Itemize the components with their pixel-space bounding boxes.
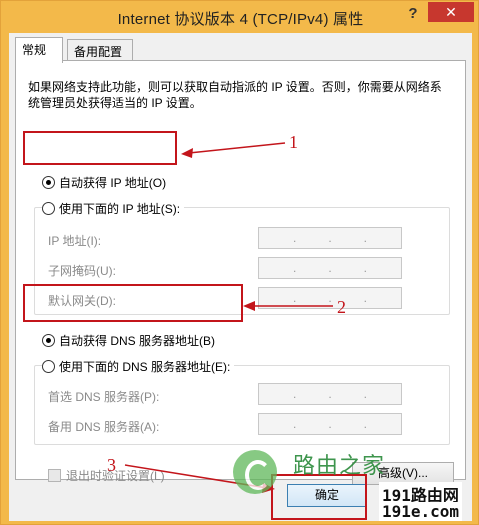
radio-auto-dns-label: 自动获得 DNS 服务器地址(B) [59, 334, 216, 348]
radio-auto-dns-indicator[interactable] [42, 334, 55, 347]
alternate-dns-input[interactable]: ... [258, 413, 402, 435]
watermark-line2: 191e.com [379, 502, 463, 521]
ip-address-label: IP 地址(I): [48, 234, 102, 248]
validate-checkbox[interactable] [48, 469, 61, 482]
help-button[interactable]: ? [405, 5, 421, 25]
dialog-window: Internet 协议版本 4 (TCP/IPv4) 属性 ? ✕ 常规 备用配… [0, 0, 479, 525]
preferred-dns-input[interactable]: ... [258, 383, 402, 405]
radio-manual-dns[interactable]: 使用下面的 DNS 服务器地址(E): [42, 358, 235, 375]
radio-auto-ip-label: 自动获得 IP 地址(O) [59, 176, 167, 190]
ip-address-input[interactable]: ... [258, 227, 402, 249]
annotation-box-1 [23, 131, 177, 165]
radio-auto-ip[interactable]: 自动获得 IP 地址(O) [42, 174, 166, 191]
watermark-logo-icon [233, 450, 277, 494]
radio-manual-ip-label: 使用下面的 IP 地址(S): [59, 202, 181, 216]
radio-manual-dns-indicator[interactable] [42, 360, 55, 373]
annotation-number-3: 3 [107, 455, 116, 475]
radio-manual-ip[interactable]: 使用下面的 IP 地址(S): [42, 200, 185, 217]
annotation-box-2 [23, 284, 243, 322]
description-text: 如果网络支持此功能，则可以获取自动指派的 IP 设置。否则，你需要从网络系统管理… [28, 80, 442, 110]
tab-alternate-config[interactable]: 备用配置 [67, 39, 133, 61]
tab-general[interactable]: 常规 [15, 37, 63, 63]
radio-auto-ip-indicator[interactable] [42, 176, 55, 189]
default-gateway-input[interactable]: ... [258, 287, 402, 309]
radio-manual-ip-indicator[interactable] [42, 202, 55, 215]
annotation-number-2: 2 [337, 297, 346, 317]
subnet-mask-label: 子网掩码(U): [48, 264, 116, 278]
subnet-mask-input[interactable]: ... [258, 257, 402, 279]
alternate-dns-label: 备用 DNS 服务器(A): [48, 420, 160, 434]
watermark: 路由之家 191路由网 191e.com [233, 442, 473, 525]
annotation-number-1: 1 [289, 132, 298, 152]
title-bar: Internet 协议版本 4 (TCP/IPv4) 属性 ? ✕ [1, 1, 479, 33]
tab-strip: 常规 备用配置 [9, 37, 472, 63]
watermark-text: 路由之家 [293, 453, 386, 478]
radio-auto-dns[interactable]: 自动获得 DNS 服务器地址(B) [42, 332, 215, 349]
general-panel: 如果网络支持此功能，则可以获取自动指派的 IP 设置。否则，你需要从网络系统管理… [15, 60, 466, 485]
radio-manual-dns-label: 使用下面的 DNS 服务器地址(E): [59, 360, 231, 374]
preferred-dns-label: 首选 DNS 服务器(P): [48, 390, 160, 404]
close-button[interactable]: ✕ [428, 2, 474, 22]
